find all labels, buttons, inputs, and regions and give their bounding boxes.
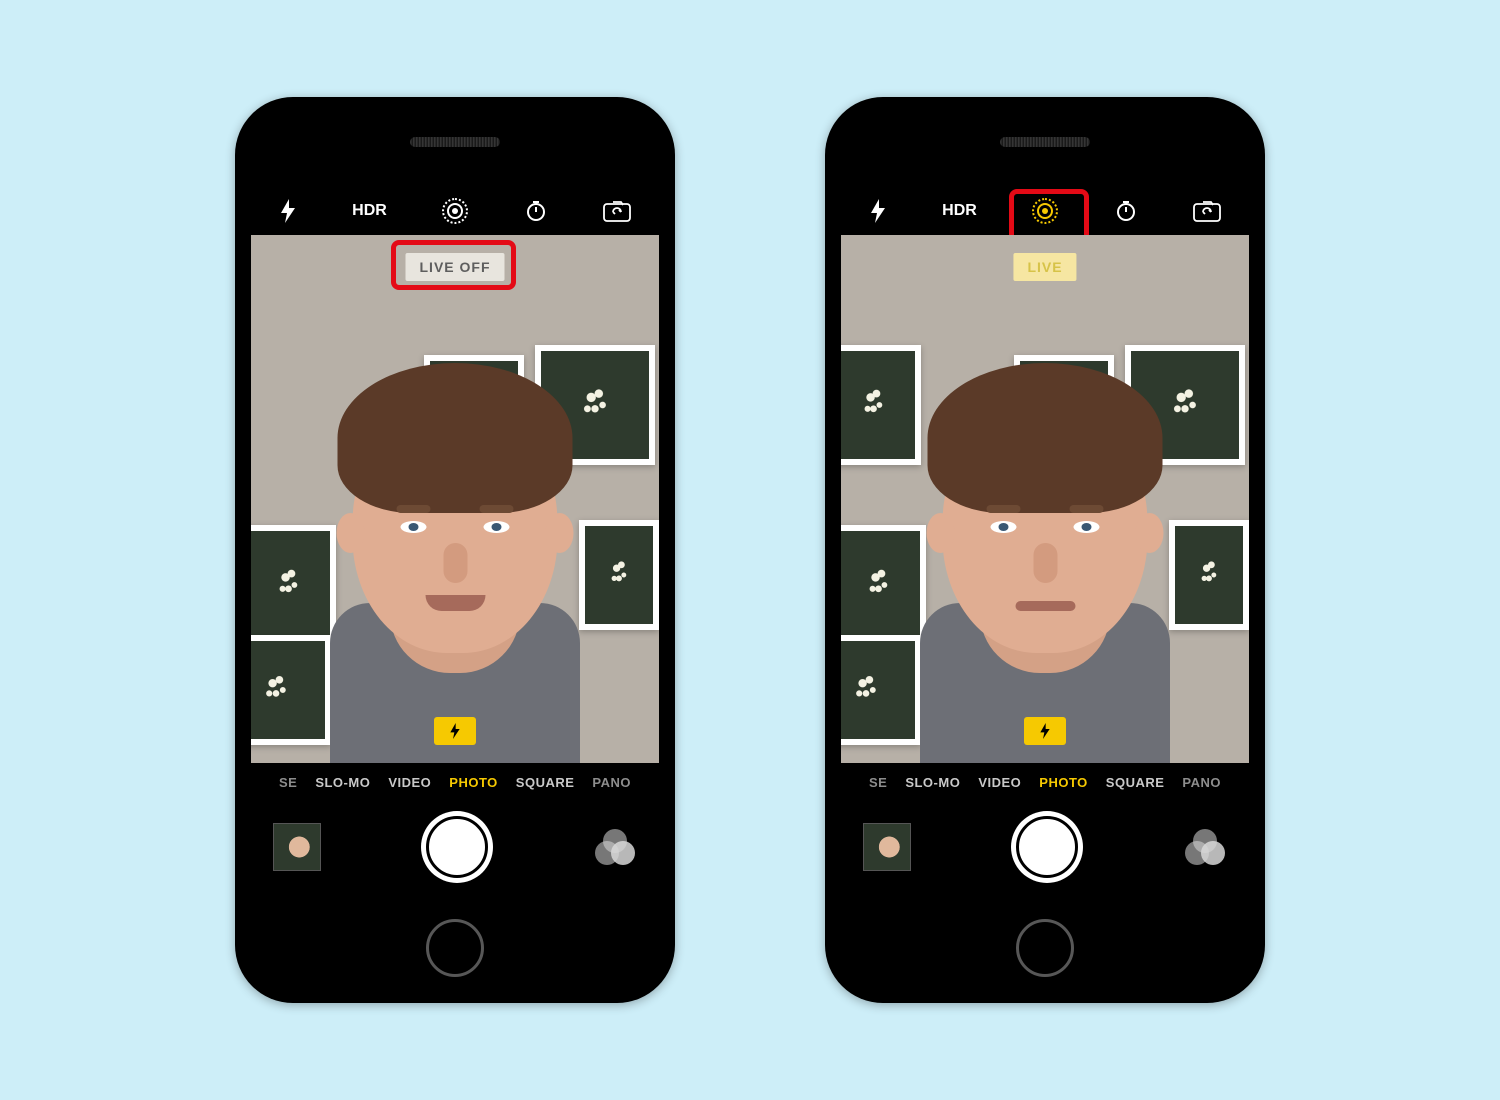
- hdr-button[interactable]: HDR: [942, 202, 977, 220]
- phone-speaker: [410, 137, 500, 147]
- switch-camera-icon[interactable]: [1193, 200, 1221, 222]
- mode-slomo[interactable]: SLO-MO: [315, 775, 370, 790]
- mode-video[interactable]: VIDEO: [388, 775, 431, 790]
- filters-icon[interactable]: [593, 825, 637, 869]
- camera-topbar: HDR: [841, 187, 1249, 235]
- home-button[interactable]: [1016, 919, 1074, 977]
- camera-viewfinder[interactable]: LIVE: [841, 235, 1249, 763]
- phone-speaker: [1000, 137, 1090, 147]
- selfie-subject: [251, 235, 659, 763]
- camera-bottom-controls: [251, 801, 659, 893]
- camera-viewfinder[interactable]: LIVE OFF: [251, 235, 659, 763]
- flash-icon[interactable]: [279, 199, 297, 223]
- mode-timelapse-partial[interactable]: SE: [869, 775, 887, 790]
- camera-mode-strip[interactable]: SE SLO-MO VIDEO PHOTO SQUARE PANO: [841, 763, 1249, 801]
- mode-slomo[interactable]: SLO-MO: [905, 775, 960, 790]
- camera-topbar: HDR: [251, 187, 659, 235]
- timer-icon[interactable]: [524, 199, 548, 223]
- filters-icon[interactable]: [1183, 825, 1227, 869]
- camera-app-screen-right: HDR: [841, 187, 1249, 893]
- flash-icon[interactable]: [869, 199, 887, 223]
- mode-timelapse-partial[interactable]: SE: [279, 775, 297, 790]
- hdr-button[interactable]: HDR: [352, 202, 387, 220]
- phone-right: HDR: [825, 97, 1265, 1003]
- flash-on-indicator: [434, 717, 476, 745]
- flash-on-indicator: [1024, 717, 1066, 745]
- mode-video[interactable]: VIDEO: [978, 775, 1021, 790]
- camera-bottom-controls: [841, 801, 1249, 893]
- live-photo-icon[interactable]: [1032, 198, 1058, 224]
- selfie-subject: [841, 235, 1249, 763]
- last-photo-thumbnail[interactable]: [863, 823, 911, 871]
- shutter-button[interactable]: [1011, 811, 1083, 883]
- live-status-label: LIVE: [1013, 253, 1076, 281]
- mode-pano[interactable]: PANO: [592, 775, 631, 790]
- live-photo-icon[interactable]: [442, 198, 468, 224]
- phone-left: HDR: [235, 97, 675, 1003]
- camera-app-screen-left: HDR: [251, 187, 659, 893]
- camera-mode-strip[interactable]: SE SLO-MO VIDEO PHOTO SQUARE PANO: [251, 763, 659, 801]
- mode-photo[interactable]: PHOTO: [1039, 775, 1088, 790]
- shutter-button[interactable]: [421, 811, 493, 883]
- home-button[interactable]: [426, 919, 484, 977]
- last-photo-thumbnail[interactable]: [273, 823, 321, 871]
- timer-icon[interactable]: [1114, 199, 1138, 223]
- mode-pano[interactable]: PANO: [1182, 775, 1221, 790]
- mode-square[interactable]: SQUARE: [1106, 775, 1165, 790]
- mode-photo[interactable]: PHOTO: [449, 775, 498, 790]
- mode-square[interactable]: SQUARE: [516, 775, 575, 790]
- live-status-label: LIVE OFF: [406, 253, 505, 281]
- switch-camera-icon[interactable]: [603, 200, 631, 222]
